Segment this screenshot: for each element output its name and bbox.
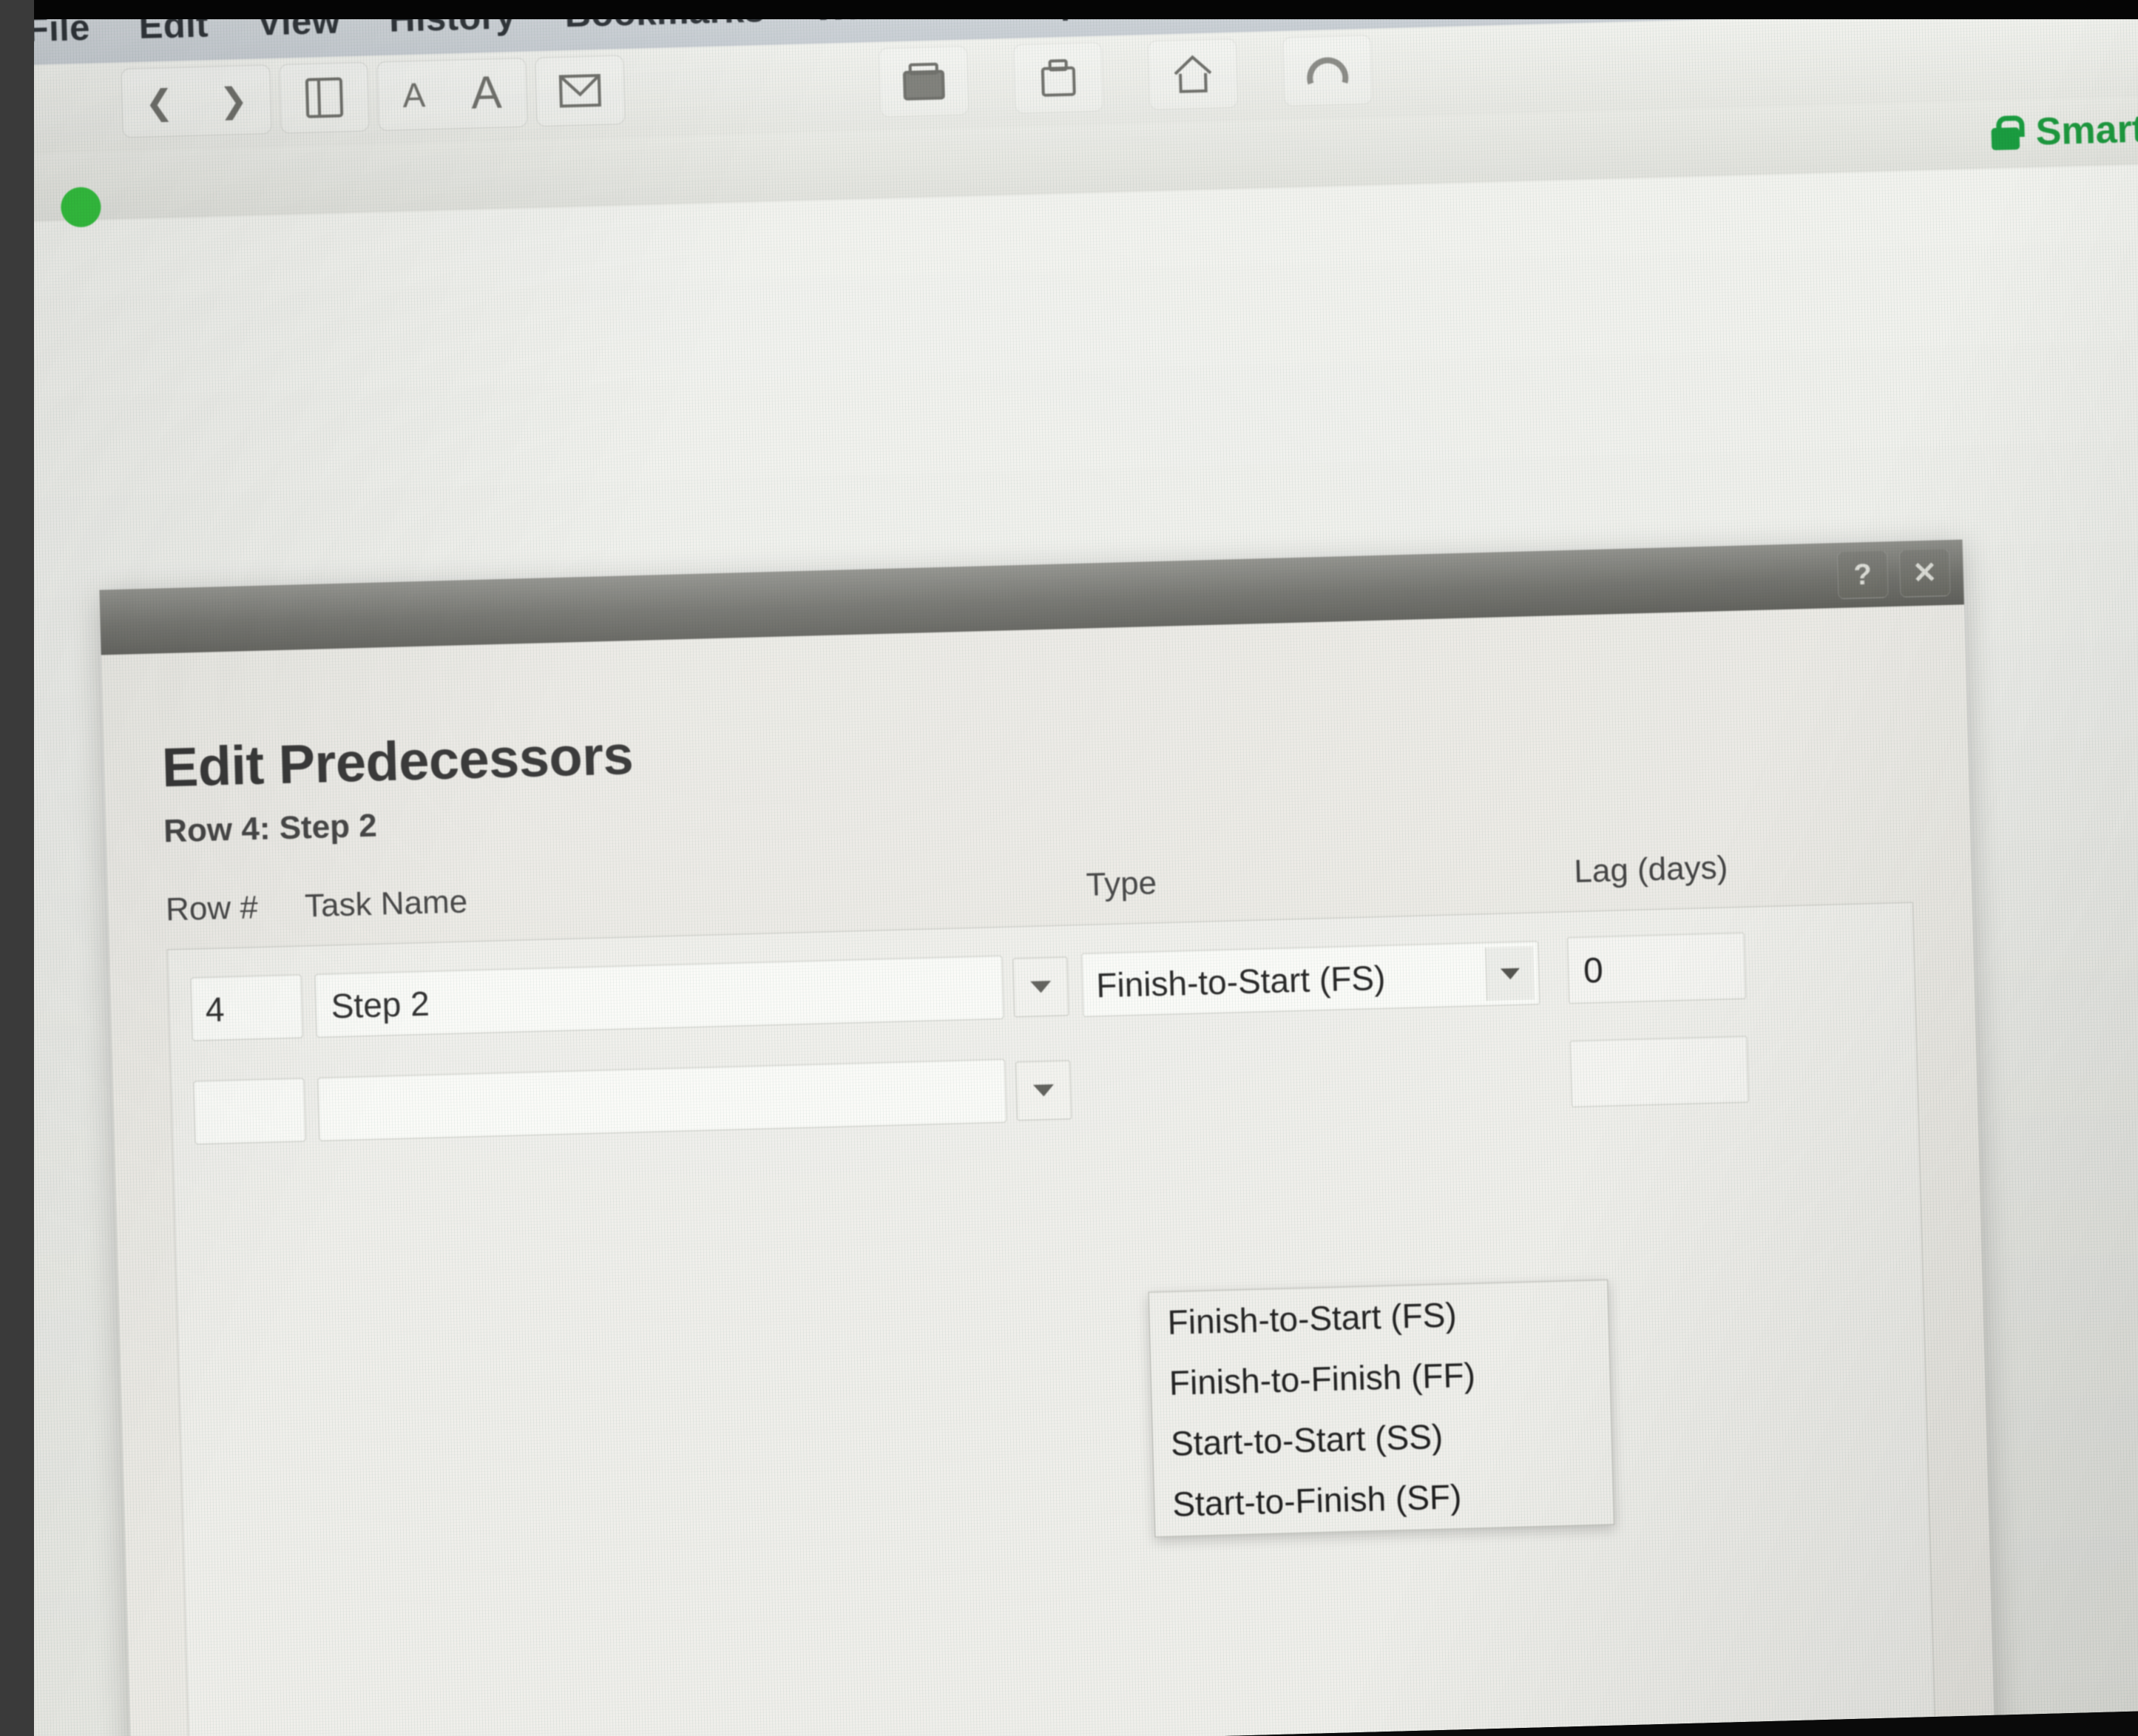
edit-predecessors-dialog: ? ✕ Edit Predecessors Row 4: Step 2 Row … xyxy=(99,539,1998,1736)
back-icon[interactable]: ❮ xyxy=(144,83,174,122)
text-size-larger-icon[interactable]: A xyxy=(470,67,502,119)
monitor-bezel-top xyxy=(0,0,2138,19)
column-header-row-number: Row # xyxy=(165,888,259,928)
text-size-buttons-group[interactable]: A A xyxy=(376,57,528,132)
task-name-input-2[interactable] xyxy=(317,1058,1007,1141)
lock-icon xyxy=(1991,115,2025,151)
tab-overview-icon[interactable] xyxy=(878,45,970,118)
column-header-type: Type xyxy=(1086,865,1157,903)
monitor-screen: fari File Edit View History Bookmarks Wi… xyxy=(0,0,2138,1736)
nav-buttons-group[interactable]: ❮ ❯ xyxy=(121,64,272,138)
column-header-task-name: Task Name xyxy=(304,883,468,925)
column-header-lag: Lag (days) xyxy=(1573,849,1728,890)
help-icon[interactable]: ? xyxy=(1836,550,1889,599)
text-size-smaller-icon[interactable]: A xyxy=(402,75,426,115)
task-picker-chevron-down-icon-2[interactable] xyxy=(1015,1060,1072,1121)
web-page-body: ? ✕ Edit Predecessors Row 4: Step 2 Row … xyxy=(0,163,2138,1736)
reload-icon[interactable] xyxy=(1282,34,1373,107)
type-select-1[interactable]: Finish-to-Start (FS) xyxy=(1081,941,1540,1017)
new-tab-icon[interactable] xyxy=(1012,41,1104,114)
home-icon[interactable] xyxy=(1147,38,1239,110)
close-icon[interactable]: ✕ xyxy=(1898,548,1951,598)
forward-icon[interactable]: ❯ xyxy=(219,81,248,120)
zoom-window-button[interactable] xyxy=(60,186,102,228)
table-row xyxy=(193,1035,1895,1146)
dialog-subtitle: Row 4: Step 2 xyxy=(163,807,378,850)
task-name-input-1[interactable]: Step 2 xyxy=(314,955,1004,1038)
lag-input-1[interactable]: 0 xyxy=(1566,932,1747,1004)
type-select-value-1: Finish-to-Start (FS) xyxy=(1095,958,1386,1005)
predecessor-list-panel: 4 Step 2 Finish-to-Start (FS) 0 Finish-t… xyxy=(166,902,1936,1736)
share-icon[interactable] xyxy=(535,55,626,127)
active-tab[interactable]: Smartsheet In xyxy=(1991,103,2138,155)
dropdown-option-sf[interactable]: Start-to-Finish (SF) xyxy=(1154,1462,1614,1536)
row-number-input-1[interactable]: 4 xyxy=(190,974,303,1041)
page-title: Edit Predecessors xyxy=(160,724,635,799)
photographed-screen-scene: fari File Edit View History Bookmarks Wi… xyxy=(0,0,2138,1736)
active-tab-label: Smartsheet In xyxy=(2034,104,2138,154)
lag-input-2[interactable] xyxy=(1569,1036,1749,1107)
task-picker-chevron-down-icon-1[interactable] xyxy=(1012,956,1069,1018)
type-dropdown-menu[interactable]: Finish-to-Start (FS) Finish-to-Finish (F… xyxy=(1148,1279,1615,1538)
dialog-body: Edit Predecessors Row 4: Step 2 Row # Ta… xyxy=(101,604,1998,1736)
table-row: 4 Step 2 Finish-to-Start (FS) 0 xyxy=(190,931,1893,1042)
row-number-input-2[interactable] xyxy=(193,1078,306,1145)
sidebar-icon[interactable] xyxy=(279,61,370,134)
chevron-down-icon-1[interactable] xyxy=(1485,946,1535,1002)
monitor-bezel-left xyxy=(0,0,34,1736)
